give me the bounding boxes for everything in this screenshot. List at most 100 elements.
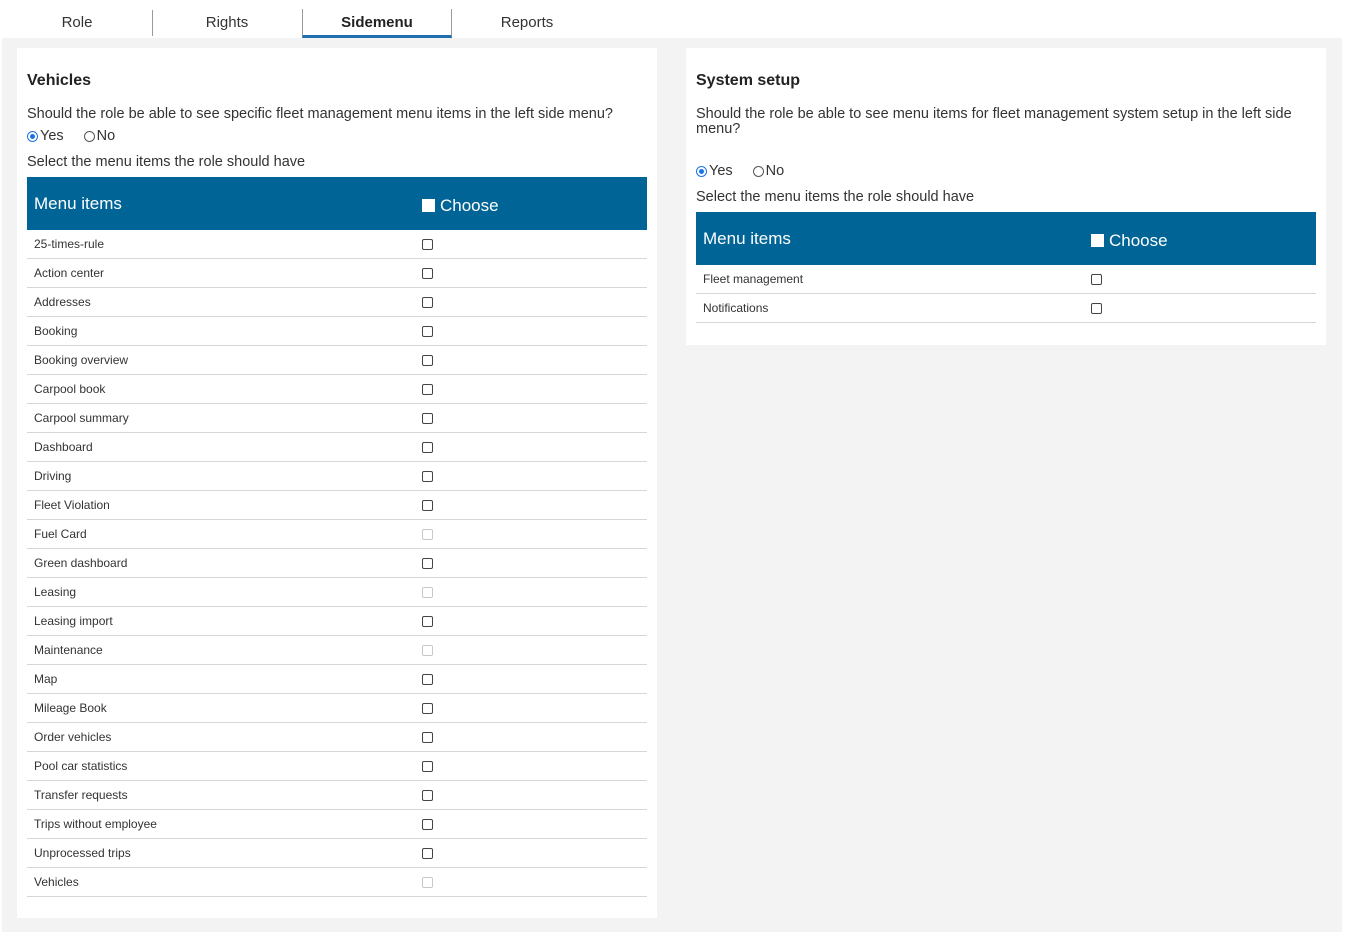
menu-item-checkbox[interactable] <box>422 326 433 338</box>
menu-item-choose-cell <box>422 461 647 491</box>
menu-item-checkbox[interactable] <box>422 355 433 367</box>
table-row: Leasing <box>27 577 647 607</box>
system-setup-question: Should the role be able to see menu item… <box>696 106 1292 137</box>
menu-item-label: Map <box>27 664 422 694</box>
menu-item-choose-cell <box>422 751 647 781</box>
menu-item-choose-cell <box>422 548 647 578</box>
menu-item-label: Carpool book <box>27 374 422 404</box>
menu-item-checkbox[interactable] <box>422 500 433 512</box>
table-row: Carpool summary <box>27 403 647 433</box>
table-row: Green dashboard <box>27 548 647 578</box>
choose-header: Choose <box>422 177 647 230</box>
menu-item-checkbox[interactable] <box>422 239 433 251</box>
menu-item-choose-cell <box>1091 265 1316 294</box>
table-row: Unprocessed trips <box>27 838 647 868</box>
table-row: Fleet management <box>696 265 1316 294</box>
menu-item-label: Maintenance <box>27 635 422 665</box>
menu-item-choose-cell <box>1091 293 1316 323</box>
table-row: Carpool book <box>27 374 647 404</box>
tab-sidemenu[interactable]: Sidemenu <box>302 9 452 38</box>
table-row: Dashboard <box>27 432 647 462</box>
vehicles-no-label[interactable]: No <box>97 128 116 144</box>
menu-items-header: Menu items <box>27 177 422 230</box>
menu-item-label: Fuel Card <box>27 519 422 549</box>
menu-item-checkbox[interactable] <box>422 384 433 396</box>
choose-all-checkbox[interactable] <box>422 198 435 212</box>
menu-item-choose-cell <box>422 606 647 636</box>
menu-item-label: Transfer requests <box>27 780 422 810</box>
system-setup-no-radio[interactable] <box>752 165 764 177</box>
choose-all-checkbox[interactable] <box>1091 233 1104 247</box>
menu-item-choose-cell <box>422 867 647 897</box>
tab-rights[interactable]: Rights <box>152 9 302 38</box>
menu-item-choose-cell <box>422 374 647 404</box>
vehicles-menu-table: Menu items Choose 25-times-rule Action ce… <box>27 177 647 897</box>
system-setup-yes-label[interactable]: Yes <box>709 163 733 179</box>
menu-item-checkbox[interactable] <box>1091 274 1102 286</box>
menu-item-choose-cell <box>422 722 647 752</box>
menu-item-checkbox[interactable] <box>422 442 433 454</box>
menu-item-checkbox[interactable] <box>422 674 433 686</box>
menu-item-label: Notifications <box>696 293 1091 323</box>
choose-label: Choose <box>1109 230 1168 250</box>
table-row: Leasing import <box>27 606 647 636</box>
menu-item-checkbox <box>422 645 433 657</box>
system-setup-menu-table: Menu items Choose Fleet management Notifi… <box>696 212 1316 323</box>
menu-item-checkbox[interactable] <box>422 558 433 570</box>
menu-item-checkbox[interactable] <box>422 703 433 715</box>
table-row: 25-times-rule <box>27 230 647 259</box>
system-setup-no-label[interactable]: No <box>766 163 785 179</box>
menu-item-label: Order vehicles <box>27 722 422 752</box>
menu-item-checkbox[interactable] <box>1091 303 1102 315</box>
menu-item-label: Unprocessed trips <box>27 838 422 868</box>
table-row: Action center <box>27 258 647 288</box>
table-row: Maintenance <box>27 635 647 665</box>
menu-item-label: Fleet Violation <box>27 490 422 520</box>
menu-item-label: Booking overview <box>27 345 422 375</box>
menu-item-checkbox <box>422 587 433 599</box>
choose-header: Choose <box>1091 212 1316 265</box>
table-row: Mileage Book <box>27 693 647 723</box>
vehicles-no-radio[interactable] <box>83 130 95 142</box>
menu-item-checkbox[interactable] <box>422 819 433 831</box>
menu-item-checkbox[interactable] <box>422 761 433 773</box>
table-row: Order vehicles <box>27 722 647 752</box>
menu-item-label: Pool car statistics <box>27 751 422 781</box>
menu-item-checkbox[interactable] <box>422 616 433 628</box>
vehicles-yes-radio[interactable] <box>27 130 38 142</box>
tab-role[interactable]: Role <box>2 9 152 38</box>
choose-label: Choose <box>440 195 499 215</box>
menu-item-checkbox[interactable] <box>422 732 433 744</box>
menu-item-label: Action center <box>27 258 422 288</box>
system-setup-yes-radio[interactable] <box>696 165 707 177</box>
table-row: Notifications <box>696 293 1316 323</box>
menu-item-choose-cell <box>422 577 647 607</box>
vehicles-yes-label[interactable]: Yes <box>40 128 64 144</box>
menu-item-choose-cell <box>422 490 647 520</box>
menu-item-checkbox[interactable] <box>422 471 433 483</box>
menu-item-label: 25-times-rule <box>27 230 422 259</box>
tab-bar: Role Rights Sidemenu Reports <box>0 0 1346 38</box>
vehicles-radio-group: Yes No <box>27 128 135 144</box>
menu-item-choose-cell <box>422 838 647 868</box>
menu-item-label: Leasing import <box>27 606 422 636</box>
table-row: Addresses <box>27 287 647 317</box>
table-row: Fuel Card <box>27 519 647 549</box>
vehicles-question: Should the role be able to see specific … <box>27 106 613 122</box>
menu-item-label: Driving <box>27 461 422 491</box>
menu-item-checkbox[interactable] <box>422 268 433 280</box>
menu-item-choose-cell <box>422 230 647 259</box>
menu-item-checkbox[interactable] <box>422 413 433 425</box>
menu-item-label: Fleet management <box>696 265 1091 294</box>
menu-item-checkbox[interactable] <box>422 297 433 309</box>
system-setup-select-text: Select the menu items the role should ha… <box>696 189 975 205</box>
menu-item-label: Leasing <box>27 577 422 607</box>
vehicles-panel: Vehicles Should the role be able to see … <box>17 48 657 918</box>
table-row: Vehicles <box>27 867 647 897</box>
menu-item-checkbox[interactable] <box>422 848 433 860</box>
tab-reports[interactable]: Reports <box>452 9 602 38</box>
menu-item-checkbox[interactable] <box>422 790 433 802</box>
table-row: Map <box>27 664 647 694</box>
table-row: Fleet Violation <box>27 490 647 520</box>
menu-item-label: Carpool summary <box>27 403 422 433</box>
